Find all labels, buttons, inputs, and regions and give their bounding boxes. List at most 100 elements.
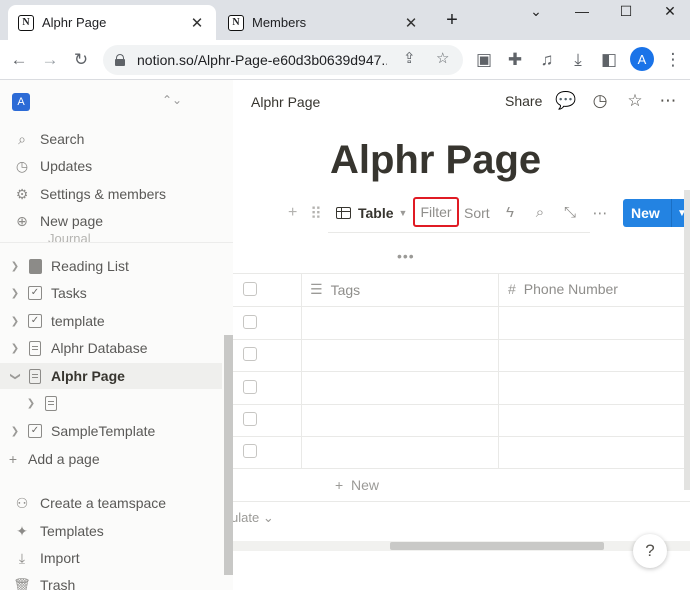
- page-title[interactable]: Alphr Page: [330, 138, 541, 183]
- sidebar-item-settings[interactable]: ⚙ Settings & members: [0, 181, 222, 207]
- sidebar-item-label: Alphr Database: [51, 340, 148, 356]
- table-view-selector[interactable]: Table ▼: [336, 205, 407, 221]
- chevron-right-icon[interactable]: ❯: [9, 343, 21, 354]
- chevron-down-icon[interactable]: ⌄: [526, 3, 546, 20]
- share-page-icon[interactable]: ⇪: [403, 49, 416, 67]
- sidebar-item-templates[interactable]: ✦ Templates: [0, 518, 222, 544]
- breadcrumb[interactable]: Alphr Page: [251, 94, 320, 110]
- drag-dots-icon[interactable]: •••: [397, 248, 415, 264]
- new-entry-button[interactable]: New ▼: [623, 199, 690, 227]
- browser-menu-icon[interactable]: ⋮: [661, 48, 685, 72]
- calculate-dropdown[interactable]: ulate ⌄: [233, 510, 274, 526]
- sidebar-item-label: Trash: [40, 577, 76, 590]
- row-checkbox[interactable]: [243, 380, 257, 394]
- maximize-icon[interactable]: ☐: [616, 3, 636, 20]
- more-options-icon[interactable]: ⋯: [591, 204, 609, 222]
- sidebar-add-page[interactable]: + Add a page: [0, 446, 222, 472]
- back-arrow-icon[interactable]: ←: [7, 48, 31, 72]
- workspace-switcher-icon[interactable]: ⌃⌄: [162, 93, 182, 107]
- sidebar-scrollbar[interactable]: [224, 335, 233, 575]
- view-label: Table: [358, 205, 394, 221]
- select-all-checkbox[interactable]: [243, 282, 257, 296]
- close-tab-icon[interactable]: ✕: [402, 14, 420, 32]
- scrollbar-thumb[interactable]: [390, 542, 604, 550]
- chevron-right-icon[interactable]: ❯: [9, 261, 21, 272]
- gear-icon: ⚙: [15, 185, 29, 202]
- row-checkbox[interactable]: [243, 412, 257, 426]
- media-queue-icon[interactable]: ♫: [535, 48, 559, 72]
- more-options-icon[interactable]: ⋯: [657, 91, 679, 111]
- plus-circle-icon: ⊕: [16, 212, 28, 229]
- row-checkbox[interactable]: [243, 315, 257, 329]
- sidebar-item-search[interactable]: ⌕ Search: [0, 126, 222, 152]
- sidebar-page-template[interactable]: ❯ ✓ template: [0, 308, 222, 334]
- expand-icon[interactable]: ⤡: [561, 204, 579, 221]
- sidebar-page-sample-template[interactable]: ❯ ✓ SampleTemplate: [0, 418, 222, 444]
- drag-handle-icon[interactable]: ⠿: [310, 204, 322, 224]
- sidebar-item-updates[interactable]: ◷ Updates: [0, 153, 222, 179]
- bookmark-star-icon[interactable]: ☆: [436, 49, 449, 67]
- comment-icon[interactable]: 💬: [555, 91, 577, 111]
- extensions-puzzle-icon[interactable]: ✚: [503, 48, 527, 72]
- minimize-icon[interactable]: —: [572, 3, 592, 19]
- favorite-star-icon[interactable]: ☆: [624, 91, 646, 111]
- chevron-down-icon[interactable]: ❯: [10, 370, 21, 382]
- workspace-avatar[interactable]: A: [12, 93, 30, 111]
- sidebar-page-alphr-page[interactable]: ❯ Alphr Page: [0, 363, 222, 389]
- help-button[interactable]: ?: [633, 534, 667, 568]
- new-tab-icon[interactable]: +: [440, 9, 464, 32]
- column-header-tags[interactable]: ☰ Tags: [310, 281, 360, 298]
- search-icon[interactable]: ⌕: [531, 204, 549, 221]
- browser-tab-members[interactable]: N Members ✕: [218, 5, 430, 40]
- row-checkbox[interactable]: [243, 347, 257, 361]
- column-header-phone-number[interactable]: # Phone Number: [508, 281, 618, 297]
- sidebar-page-reading-list[interactable]: ❯ Reading List: [0, 253, 222, 279]
- chevron-right-icon[interactable]: ❯: [25, 398, 37, 409]
- download-icon[interactable]: ⤓: [566, 48, 590, 72]
- chevron-down-icon: ⌄: [262, 510, 274, 525]
- add-row-button[interactable]: + New: [335, 477, 379, 493]
- chevron-right-icon[interactable]: ❯: [9, 316, 21, 327]
- column-border: [498, 273, 499, 468]
- chevron-right-icon[interactable]: ❯: [9, 426, 21, 437]
- sidebar-page-tasks[interactable]: ❯ ✓ Tasks: [0, 280, 222, 306]
- sidebar-item-create-teamspace[interactable]: ⚇ Create a teamspace: [0, 490, 222, 516]
- add-block-plus-icon[interactable]: +: [288, 204, 297, 222]
- screenshot-icon[interactable]: ▣: [472, 48, 496, 72]
- sidebar-item-label: Tasks: [51, 285, 87, 301]
- sidebar: A ⌃⌄ ⌕ Search ◷ Updates ⚙ Settings & mem…: [0, 80, 233, 590]
- window-close-icon[interactable]: ✕: [660, 3, 680, 20]
- close-tab-icon[interactable]: ✕: [188, 14, 206, 32]
- templates-icon: ✦: [16, 522, 28, 539]
- address-bar[interactable]: notion.so/Alphr-Page-e60d3b0639d947... ⇪…: [103, 45, 463, 75]
- sidebar-item-label: SampleTemplate: [51, 423, 156, 439]
- reload-icon[interactable]: ↻: [69, 48, 93, 72]
- row-checkbox[interactable]: [243, 444, 257, 458]
- sidebar-item-new-page[interactable]: ⊕ New page: [0, 208, 222, 234]
- sidebar-item-label: Add a page: [28, 451, 100, 467]
- profile-avatar[interactable]: A: [630, 47, 654, 71]
- chevron-right-icon[interactable]: ❯: [9, 288, 21, 299]
- sort-button[interactable]: Sort: [464, 205, 490, 221]
- plus-icon: +: [8, 451, 18, 467]
- sidebar-page-alphr-database[interactable]: ❯ Alphr Database: [0, 335, 222, 361]
- teamspace-icon: ⚇: [15, 494, 29, 511]
- sidebar-item-label: Create a teamspace: [40, 495, 167, 511]
- browser-tab-alphr-page[interactable]: N Alphr Page ✕: [8, 5, 216, 40]
- share-button[interactable]: Share: [505, 93, 542, 109]
- document-icon: [45, 395, 57, 411]
- horizontal-scrollbar[interactable]: [233, 541, 690, 551]
- automation-lightning-icon[interactable]: ϟ: [501, 204, 519, 221]
- sidebar-divider: [0, 242, 233, 243]
- database-toolbar: + ⠿ Table ▼ Filter Sort ϟ ⌕ ⤡ ⋯ New ▼: [288, 197, 690, 230]
- vertical-scrollbar[interactable]: [684, 190, 690, 490]
- history-clock-icon[interactable]: ◷: [589, 91, 611, 111]
- filter-button[interactable]: Filter: [413, 197, 459, 227]
- clock-icon: ◷: [15, 157, 29, 174]
- sidebar-item-trash[interactable]: 🗑 Trash: [0, 572, 222, 590]
- new-label: New: [631, 205, 660, 221]
- sidebar-item-import[interactable]: ⤓ Import: [0, 545, 222, 571]
- forward-arrow-icon[interactable]: →: [38, 48, 62, 72]
- sidebar-page-untitled[interactable]: ❯: [0, 390, 222, 416]
- side-panel-icon[interactable]: ◧: [597, 48, 621, 72]
